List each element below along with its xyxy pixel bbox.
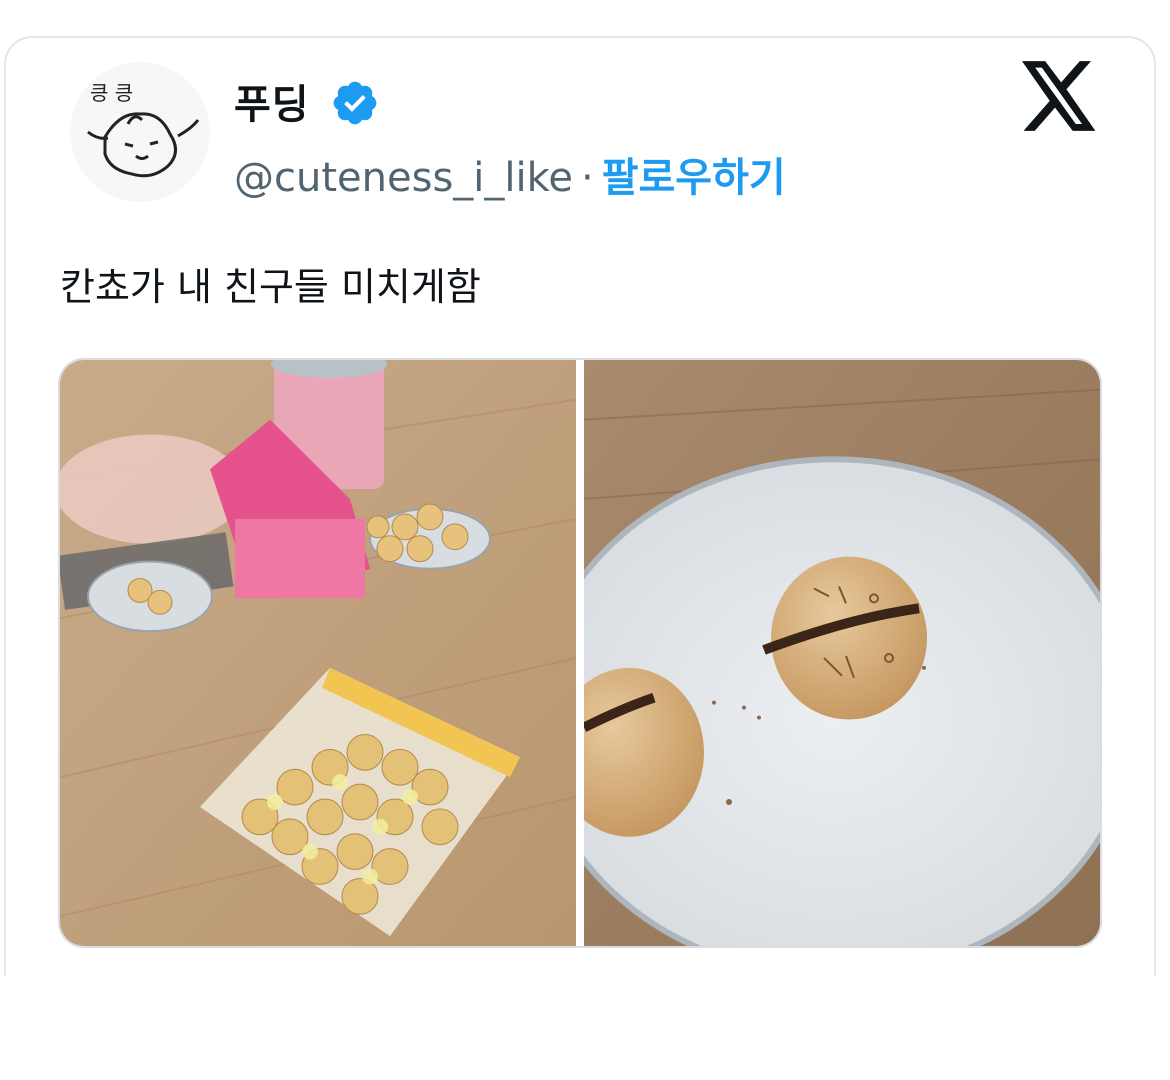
follow-button[interactable]: 팔로우하기: [602, 155, 786, 201]
avatar-caption: 킁 킁: [90, 81, 133, 105]
x-logo-icon[interactable]: [1022, 60, 1098, 132]
display-name[interactable]: 푸딩: [234, 72, 310, 130]
handle[interactable]: @cuteness_i_like: [234, 155, 573, 201]
photo-cookies-on-floor-image: [60, 360, 576, 946]
separator-dot: ·: [580, 155, 594, 201]
tweet-text: 칸쵸가 내 친구들 미치게함: [60, 265, 481, 309]
photo-cookies-on-floor[interactable]: [60, 360, 576, 946]
avatar[interactable]: 킁 킁: [70, 62, 210, 202]
photo-cookie-closeup[interactable]: [584, 360, 1100, 946]
handle-row: @cuteness_i_like · 팔로우하기: [234, 145, 786, 203]
verified-badge-icon: [333, 81, 377, 125]
photo-cookie-closeup-image: [584, 360, 1100, 946]
avatar-drawing: 킁 킁: [87, 81, 200, 178]
media-grid: [58, 358, 1102, 948]
